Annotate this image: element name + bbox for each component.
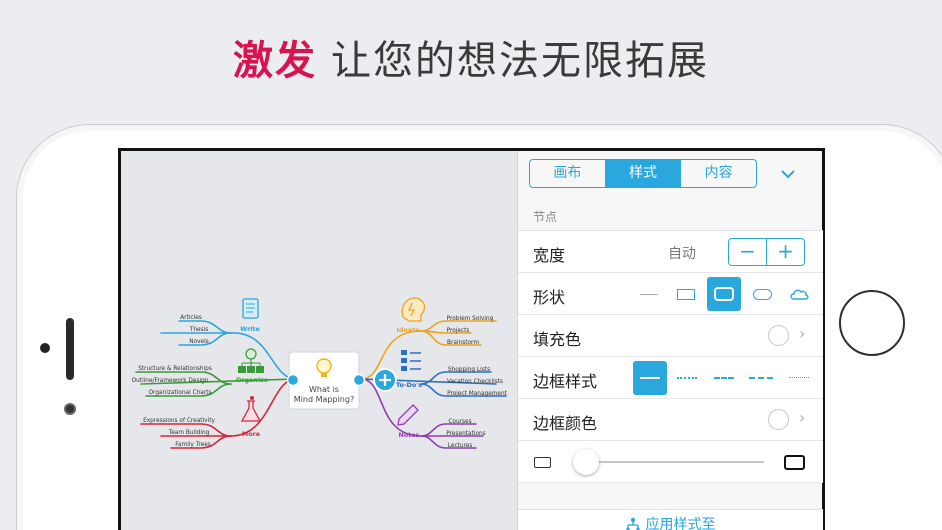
branch-label: Write (240, 325, 260, 333)
leaf-label: Novels (189, 339, 209, 345)
leaf-label: Team Building (168, 430, 210, 436)
tab-style[interactable]: 样式 (605, 160, 682, 187)
border-solid-option[interactable] (633, 361, 667, 395)
border-width-slider-thumb[interactable] (573, 449, 599, 475)
left-connector-handle[interactable] (286, 373, 300, 387)
shape-rectangle-option[interactable] (669, 277, 703, 311)
width-label: 宽度 (533, 246, 566, 265)
style-rows: 宽度 自动 − + 形状 填充色 › 边框样式 边框颜色 › (518, 230, 823, 483)
border-color-label: 边框颜色 (533, 414, 598, 433)
mindmap-canvas[interactable]: What is Mind Mapping? Write Articles The… (121, 151, 517, 530)
app-screen: What is Mind Mapping? Write Articles The… (118, 148, 825, 530)
thin-border-icon (534, 457, 551, 468)
leaf-label: Structure & Relationships (138, 366, 212, 372)
border-dashdot-option[interactable] (744, 361, 778, 395)
border-dashed-option[interactable] (707, 361, 741, 395)
shape-pill-option[interactable] (745, 277, 779, 311)
leaf-label: Thesis (189, 327, 208, 333)
headline: 激发 让您的想法无限拓展 (0, 28, 942, 86)
border-width-track[interactable] (578, 461, 764, 463)
branch-label: To-Do's (396, 381, 422, 389)
apply-style-label: 应用样式至 (645, 517, 716, 530)
leaf-label: Lectures (448, 443, 473, 449)
width-value: 自动 (668, 246, 696, 262)
leaf-label: Courses (448, 419, 471, 425)
section-title: 节点 (533, 210, 558, 224)
branch-label: Ideate (397, 326, 421, 334)
center-line2: Mind Mapping? (294, 395, 354, 404)
thick-border-icon (784, 455, 805, 470)
border-style-label: 边框样式 (533, 372, 598, 391)
tab-canvas[interactable]: 画布 (530, 160, 606, 187)
shape-label: 形状 (533, 288, 566, 307)
chevron-down-icon[interactable] (777, 163, 799, 185)
add-node-button[interactable] (373, 368, 397, 392)
branch-label: Organize (236, 376, 269, 384)
leaf-label: Problem Solving (447, 316, 494, 322)
flask-icon (240, 396, 262, 422)
chevron-right-icon: › (799, 408, 806, 427)
leaf-label: Project Management (447, 391, 508, 397)
leaf-label: Vacation Checklists (447, 379, 503, 385)
speaker-grille (66, 318, 74, 380)
leaf-label: Projects (447, 328, 470, 334)
apply-style-button[interactable]: 应用样式至 (518, 509, 823, 530)
pencil-icon (397, 404, 419, 426)
fill-color-swatch[interactable] (768, 325, 789, 346)
leaf-label: Outline/Framework Design (132, 378, 209, 384)
home-button[interactable] (839, 290, 905, 356)
shape-row: 形状 (518, 273, 823, 315)
leaf-label: Brainstorm (447, 340, 479, 346)
border-color-row[interactable]: 边框颜色 › (518, 399, 823, 441)
org-chart-icon (238, 348, 264, 373)
leaf-label: Articles (180, 315, 202, 321)
headline-accent: 激发 (233, 38, 317, 84)
head-idea-icon (401, 297, 426, 322)
leaf-label: Expressions of Creativity (143, 418, 215, 424)
checklist-icon (401, 350, 421, 371)
leaf-label: Presentations (446, 431, 485, 437)
headline-text: 让您的想法无限拓展 (331, 38, 709, 84)
leaf-label: Family Trees (175, 442, 211, 448)
tab-content[interactable]: 内容 (681, 160, 756, 187)
panel-tabs: 画布 样式 内容 (529, 159, 757, 188)
right-connector-handle[interactable] (352, 373, 366, 387)
branch-label: Notes (399, 431, 420, 439)
border-width-row (518, 441, 823, 483)
hierarchy-icon (625, 512, 640, 530)
branch-label: More (242, 430, 261, 438)
width-decrease-button[interactable]: − (729, 239, 767, 265)
width-increase-button[interactable]: + (767, 239, 804, 265)
mindmap-svg: What is Mind Mapping? Write Articles The… (132, 297, 508, 449)
shape-none-option[interactable] (632, 277, 666, 311)
border-dotted-option[interactable] (670, 361, 704, 395)
cloud-icon[interactable] (782, 277, 816, 311)
style-panel: 画布 样式 内容 节点 宽度 自动 − + 形状 填充色 › 边框样式 边框颜色… (517, 151, 823, 530)
center-line1: What is (309, 385, 339, 394)
width-stepper: − + (728, 238, 805, 266)
shape-rounded-option[interactable] (707, 277, 741, 311)
border-color-swatch[interactable] (768, 409, 789, 430)
book-icon (242, 298, 259, 319)
leaf-label: Shopping Lists (448, 367, 490, 373)
front-camera (64, 403, 76, 415)
width-row: 宽度 自动 − + (518, 231, 823, 273)
border-style-row: 边框样式 (518, 357, 823, 399)
fill-color-label: 填充色 (533, 330, 582, 349)
leaf-label: Organizational Charts (148, 390, 211, 396)
front-sensor (40, 343, 50, 353)
fill-color-row[interactable]: 填充色 › (518, 315, 823, 357)
chevron-right-icon: › (799, 324, 806, 343)
border-fine-dotted-option[interactable] (782, 361, 816, 395)
